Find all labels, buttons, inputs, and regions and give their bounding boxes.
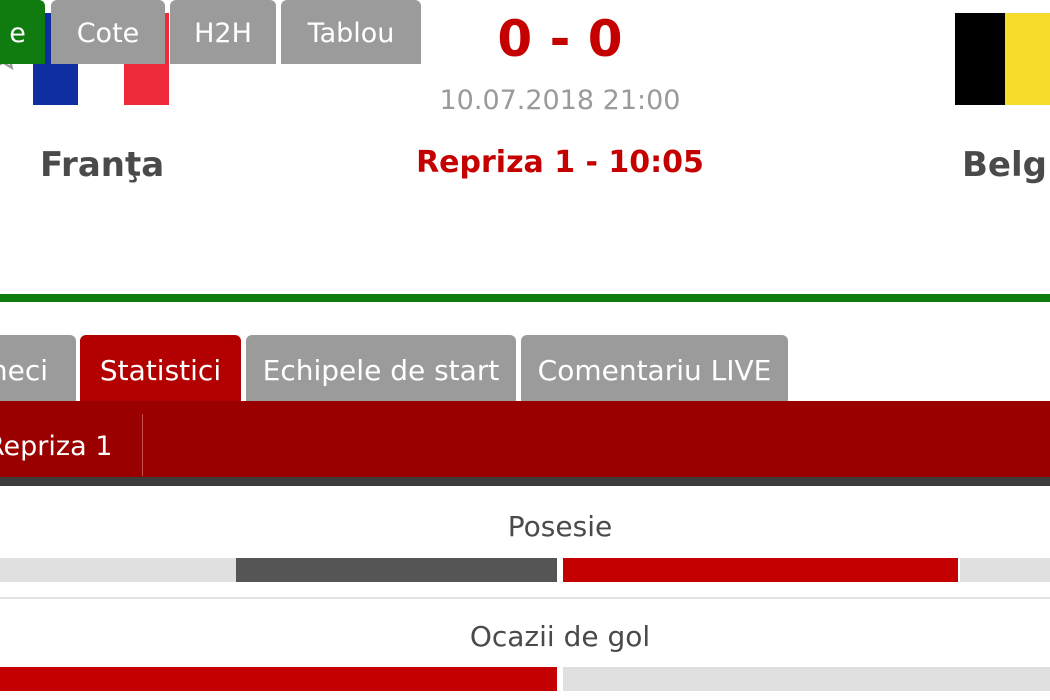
period-filter-first-half[interactable]: Repriza 1: [0, 401, 140, 477]
possession-away-bar-fill: [563, 558, 958, 582]
possession-home-bar-track: [0, 558, 236, 582]
stat-label-goal-chances: Ocazii de gol: [469, 620, 651, 653]
tab-h2h[interactable]: H2H: [170, 0, 276, 64]
tab-lineups[interactable]: Echipele de start: [246, 335, 516, 401]
stat-divider: [0, 597, 1050, 599]
tab-underline: [0, 294, 1050, 302]
period-filter-separator: [142, 414, 143, 476]
stats-header-divider: [0, 477, 1050, 486]
possession-away-bar-track: [960, 558, 1050, 582]
away-team-name[interactable]: Belg: [962, 145, 1047, 185]
away-flag-icon: [955, 13, 1050, 105]
tab-live-commentary[interactable]: Comentariu LIVE: [521, 335, 788, 401]
tab-match-summary[interactable]: meci: [0, 335, 76, 401]
tab-summary[interactable]: e: [0, 0, 45, 64]
goal-chances-away-bar-track: [563, 667, 1050, 691]
goal-chances-home-bar-fill: [0, 667, 557, 691]
possession-home-bar-fill: [236, 558, 557, 582]
match-datetime: 10.07.2018 21:00: [439, 85, 681, 116]
period-filter-bar: [0, 401, 1050, 477]
tab-statistics[interactable]: Statistici: [80, 335, 241, 401]
match-period-time: Repriza 1 - 10:05: [416, 145, 704, 180]
tab-table[interactable]: Tablou: [281, 0, 421, 64]
tab-odds[interactable]: Cote: [51, 0, 165, 64]
stat-label-possession: Posesie: [507, 510, 613, 543]
